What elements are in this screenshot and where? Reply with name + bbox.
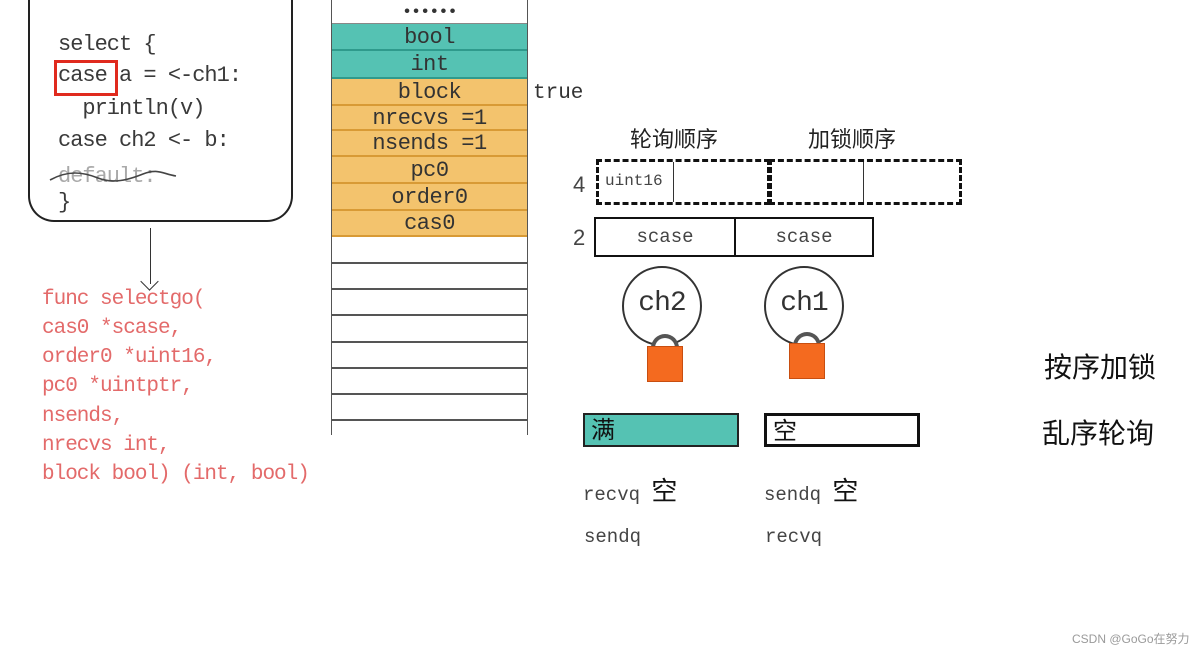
ch2-buffer-full: 满 — [583, 413, 739, 447]
lock-icon — [647, 346, 683, 382]
ch1-buffer-empty: 空 — [764, 413, 920, 447]
func-line: block bool) (int, bool) — [42, 463, 310, 486]
block-value-label: true — [533, 82, 584, 105]
array-divider — [863, 162, 864, 202]
stack-slot: cas0 — [331, 211, 528, 237]
stack-slot-empty — [331, 237, 528, 264]
func-line: order0 *uint16, — [42, 346, 217, 369]
stack-right-border — [527, 0, 528, 435]
func-line: func selectgo( — [42, 288, 205, 311]
ch1-sendq-label: sendq 空 — [764, 471, 858, 508]
stack-slot: int — [331, 51, 528, 79]
stack-slot-empty — [331, 290, 528, 316]
lock-in-order-note: 按序加锁 — [1044, 351, 1157, 384]
credit-text: CSDN @GoGo在努力 — [1072, 632, 1190, 646]
random-poll-note: 乱序轮询 — [1042, 417, 1155, 450]
scase-cell: scase — [734, 217, 874, 257]
uint16-label: uint16 — [605, 172, 663, 190]
scase-array-size: 2 — [573, 225, 586, 250]
ch2-sendq-label: sendq — [584, 526, 642, 548]
stack-slot-empty — [331, 395, 528, 421]
stack-slot: •••••• — [331, 0, 528, 24]
code-line-case-send: case ch2 <- b: — [58, 128, 230, 153]
lock-icon — [789, 343, 825, 379]
code-line-close-brace: } — [58, 190, 71, 215]
poll-order-heading: 轮询顺序 — [630, 128, 719, 153]
array-divider — [673, 162, 674, 202]
queue-state: 空 — [651, 477, 678, 507]
stack-slot: pc0 — [331, 157, 528, 184]
queue-state: 空 — [832, 477, 859, 507]
func-line: pc0 *uintptr, — [42, 375, 194, 398]
queue-name: recvq — [583, 484, 641, 506]
code-line-select: select { — [58, 32, 157, 57]
stack-slot-empty — [331, 264, 528, 290]
stack-left-border — [331, 0, 332, 435]
stack-slot: bool — [331, 24, 528, 51]
ch2-recvq-label: recvq 空 — [583, 471, 677, 508]
stack-slot: block — [331, 79, 528, 106]
code-line-println: println(v) — [58, 96, 205, 121]
case-keyword-highlight — [54, 60, 118, 96]
func-line: nsends, — [42, 405, 124, 428]
stack-slot-empty — [331, 316, 528, 343]
stack-slot: nsends =1 — [331, 131, 528, 157]
strikethrough-mark — [49, 170, 177, 182]
lock-order-array — [769, 159, 962, 205]
stack-slot: order0 — [331, 184, 528, 211]
scase-cell: scase — [594, 217, 736, 257]
ch1-recvq-label: recvq — [765, 526, 823, 548]
stack-slot-empty — [331, 421, 528, 435]
stack-slot: nrecvs =1 — [331, 106, 528, 131]
func-line: nrecvs int, — [42, 434, 171, 457]
func-line: cas0 *scase, — [42, 317, 182, 340]
queue-name: sendq — [764, 484, 822, 506]
stack-slot-empty — [331, 343, 528, 369]
stack-slot-empty — [331, 369, 528, 395]
lock-order-heading: 加锁顺序 — [808, 128, 897, 153]
order-array-size: 4 — [573, 172, 586, 197]
